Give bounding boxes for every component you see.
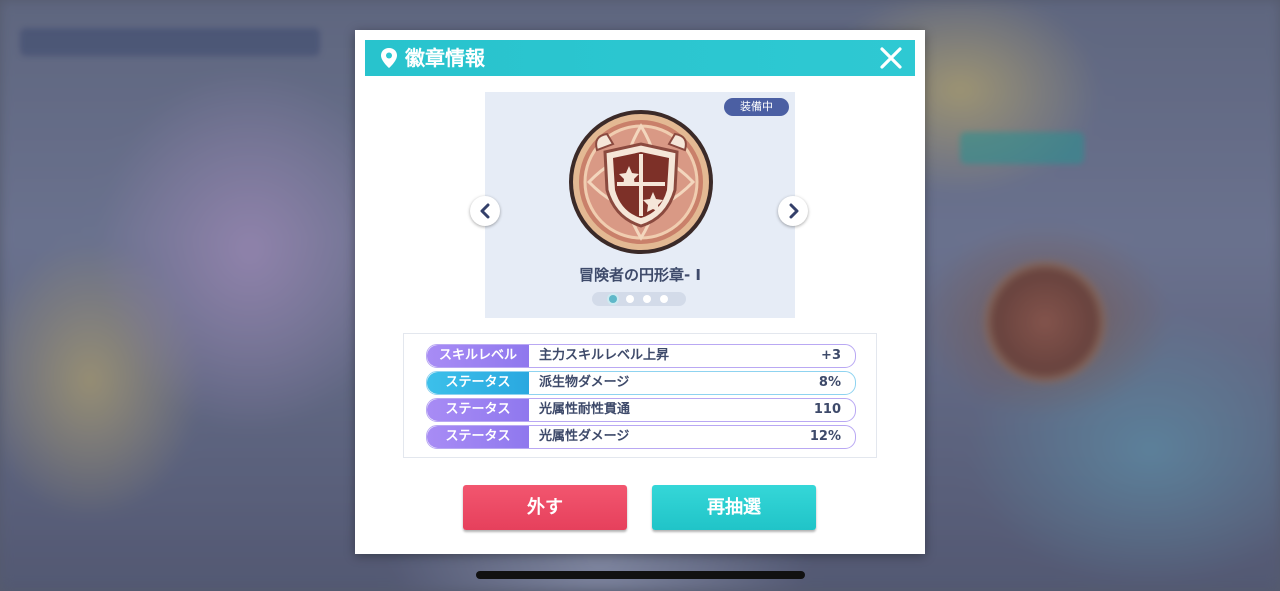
stat-description: 光属性耐性貫通 — [539, 402, 631, 417]
page-dot[interactable] — [626, 295, 634, 303]
stat-row: ステータス 派生物ダメージ 8% — [426, 371, 856, 395]
stat-row: ステータス 光属性耐性貫通 110 — [426, 398, 856, 422]
page-indicator — [592, 292, 686, 306]
adventurer-badge-image — [569, 110, 713, 254]
home-indicator-bar[interactable] — [476, 571, 805, 579]
badge-info-dialog: 徽章情報 装備中 冒険者の円形章- I スキルレベル 主力スキルレベル上昇 +3… — [355, 30, 925, 554]
stat-value: 110 — [813, 402, 841, 417]
unequip-button[interactable]: 外す — [463, 485, 627, 530]
close-icon[interactable] — [879, 46, 903, 70]
badge-stats-list: スキルレベル 主力スキルレベル上昇 +3 ステータス 派生物ダメージ 8% ステ… — [403, 333, 877, 458]
stat-row: ステータス 光属性ダメージ 12% — [426, 425, 856, 449]
page-dot[interactable] — [609, 295, 617, 303]
badge-name: 冒険者の円形章- I — [578, 266, 702, 284]
stat-value: 8% — [818, 375, 841, 390]
badge-display-panel: 装備中 冒険者の円形章- I — [485, 92, 795, 318]
next-badge-button[interactable] — [778, 196, 808, 226]
stat-tag: ステータス — [427, 372, 529, 394]
equipped-badge: 装備中 — [724, 98, 789, 116]
stat-description: 派生物ダメージ — [539, 375, 630, 390]
reroll-button[interactable]: 再抽選 — [652, 485, 816, 530]
chevron-right-icon — [789, 203, 799, 219]
stat-value: 12% — [809, 429, 841, 444]
stat-description: 主力スキルレベル上昇 — [539, 348, 670, 363]
page-dot[interactable] — [643, 295, 651, 303]
stat-tag: ステータス — [427, 399, 529, 421]
stat-description: 光属性ダメージ — [539, 429, 630, 444]
location-pin-icon — [381, 48, 397, 68]
chevron-left-icon — [480, 203, 490, 219]
page-dot[interactable] — [660, 295, 668, 303]
stat-tag: スキルレベル — [427, 345, 529, 367]
stat-value: +3 — [821, 348, 841, 363]
dialog-title: 徽章情報 — [405, 46, 485, 70]
stat-row: スキルレベル 主力スキルレベル上昇 +3 — [426, 344, 856, 368]
stat-tag: ステータス — [427, 426, 529, 448]
previous-badge-button[interactable] — [470, 196, 500, 226]
dialog-header: 徽章情報 — [365, 40, 915, 76]
